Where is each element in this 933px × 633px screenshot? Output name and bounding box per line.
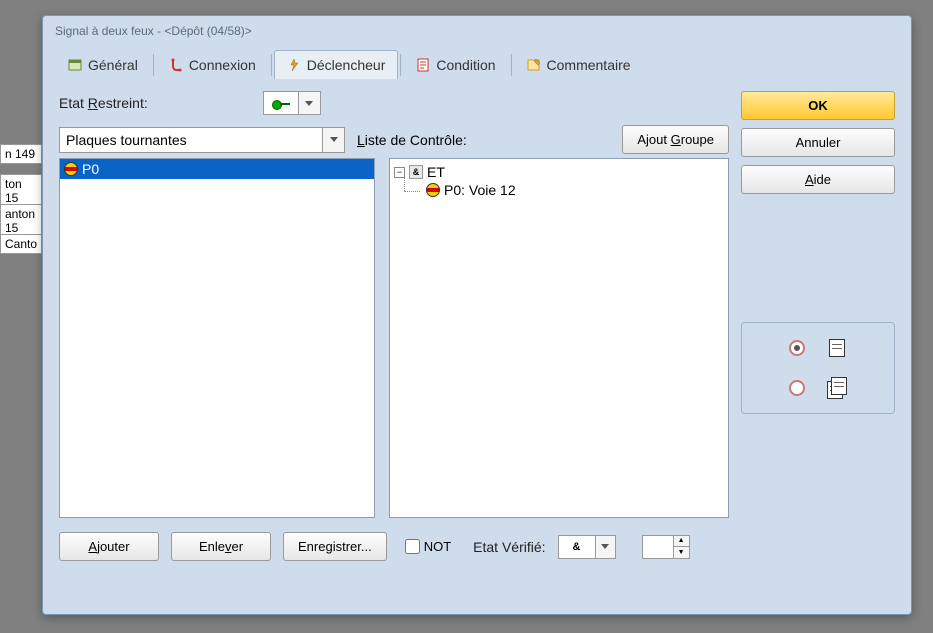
add-button[interactable]: Ajouter: [59, 532, 159, 561]
list-item-label: P0: [82, 161, 99, 177]
bg-item: anton 15: [0, 204, 42, 238]
not-checkbox[interactable]: NOT: [405, 539, 451, 554]
single-page-icon: [827, 337, 847, 359]
tab-label: Connexion: [189, 57, 256, 73]
tree-root-label: ET: [427, 164, 445, 180]
chevron-down-icon[interactable]: [323, 127, 345, 153]
control-list-tree[interactable]: − & ET P0: Voie 12: [389, 158, 729, 518]
bg-item: n 149: [0, 144, 42, 164]
verified-state-select[interactable]: &: [558, 535, 616, 559]
signal-properties-dialog: Signal à deux feux - <Dépôt (04/58)> Gén…: [42, 15, 912, 615]
tree-root[interactable]: − & ET: [394, 163, 724, 181]
apply-single-radio[interactable]: [789, 340, 805, 356]
tab-separator: [400, 54, 401, 76]
tab-label: Condition: [436, 57, 495, 73]
tab-separator: [511, 54, 512, 76]
tab-commentaire[interactable]: Commentaire: [514, 50, 644, 79]
turntable-icon: [426, 183, 440, 197]
tree-child-label: P0: Voie 12: [444, 182, 516, 198]
general-icon: [68, 58, 82, 72]
remove-button[interactable]: Enlever: [171, 532, 271, 561]
state-display: [263, 91, 299, 115]
control-list-label: Liste de Contrôle:: [355, 132, 612, 148]
tab-declencheur[interactable]: Déclencheur: [274, 50, 399, 79]
spinner-down-icon[interactable]: ▼: [674, 546, 690, 559]
save-button[interactable]: Enregistrer...: [283, 532, 387, 561]
turntable-icon: [64, 162, 78, 176]
tab-separator: [271, 54, 272, 76]
connection-icon: [169, 58, 183, 72]
restricted-state-label: Etat Restreint:: [59, 95, 148, 111]
not-checkbox-input[interactable]: [405, 539, 420, 554]
apply-mode-panel: [741, 322, 895, 414]
green-signal-icon: [272, 98, 290, 108]
tab-separator: [153, 54, 154, 76]
bg-item: Canto: [0, 234, 42, 254]
verified-state-label: Etat Vérifié:: [473, 539, 545, 555]
spinner-up-icon[interactable]: ▲: [674, 535, 690, 547]
bg-item: ton 15: [0, 174, 42, 208]
tab-label: Général: [88, 57, 138, 73]
tab-bar: Général Connexion Déclencheur Condition: [43, 42, 911, 79]
verified-display: &: [558, 535, 596, 559]
and-operator-icon: &: [409, 165, 423, 179]
multi-page-icon: [827, 377, 847, 399]
dialog-title: Signal à deux feux - <Dépôt (04/58)>: [43, 16, 911, 42]
chevron-down-icon[interactable]: [299, 91, 321, 115]
tab-connexion[interactable]: Connexion: [156, 50, 269, 79]
comment-icon: [527, 58, 541, 72]
condition-icon: [416, 58, 430, 72]
restricted-state-select[interactable]: [263, 91, 321, 115]
tree-child[interactable]: P0: Voie 12: [394, 181, 724, 199]
list-item[interactable]: P0: [60, 159, 374, 179]
tab-general[interactable]: Général: [55, 50, 151, 79]
add-group-button[interactable]: Ajout Groupe: [622, 125, 729, 154]
tab-label: Commentaire: [547, 57, 631, 73]
help-button[interactable]: Aide: [741, 165, 895, 194]
cancel-button[interactable]: Annuler: [741, 128, 895, 157]
spinner-input[interactable]: [642, 535, 674, 559]
not-label: NOT: [424, 539, 451, 554]
apply-multi-radio[interactable]: [789, 380, 805, 396]
tab-condition[interactable]: Condition: [403, 50, 508, 79]
available-items-list[interactable]: P0: [59, 158, 375, 518]
chevron-down-icon[interactable]: [596, 535, 616, 559]
category-combo[interactable]: [59, 127, 345, 153]
trigger-icon: [287, 58, 301, 72]
tab-label: Déclencheur: [307, 57, 386, 73]
value-spinner[interactable]: ▲ ▼: [642, 535, 690, 559]
category-input[interactable]: [59, 127, 323, 153]
ok-button[interactable]: OK: [741, 91, 895, 120]
